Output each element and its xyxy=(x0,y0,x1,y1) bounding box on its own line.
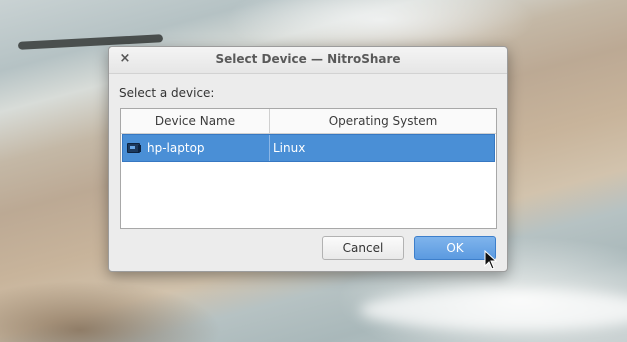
column-header-operating-system[interactable]: Operating System xyxy=(270,109,496,133)
laptop-icon xyxy=(127,142,141,154)
device-name-label: hp-laptop xyxy=(147,141,205,155)
device-name-cell: hp-laptop xyxy=(123,135,270,161)
desktop-wallpaper: × Select Device — NitroShare Select a de… xyxy=(0,0,627,342)
select-device-prompt: Select a device: xyxy=(119,86,215,100)
table-header: Device Name Operating System xyxy=(121,109,496,134)
dialog-titlebar[interactable]: × Select Device — NitroShare xyxy=(109,47,507,74)
device-row-hp-laptop[interactable]: hp-laptop Linux xyxy=(122,134,495,162)
select-device-dialog: × Select Device — NitroShare Select a de… xyxy=(108,46,508,272)
mouse-pointer-icon xyxy=(484,250,498,270)
device-os-cell: Linux xyxy=(273,141,306,155)
column-header-device-name[interactable]: Device Name xyxy=(121,109,270,133)
cancel-button[interactable]: Cancel xyxy=(322,236,404,260)
device-list-table[interactable]: Device Name Operating System hp-laptop L… xyxy=(120,108,497,229)
dialog-title: Select Device — NitroShare xyxy=(215,52,401,66)
wallpaper-surf xyxy=(360,290,627,330)
